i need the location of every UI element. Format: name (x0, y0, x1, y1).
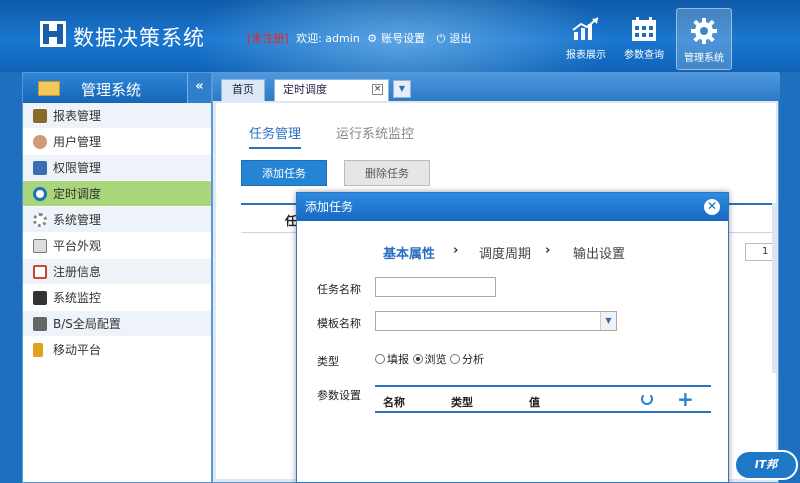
sidebar-item-user-management[interactable]: 用户管理 (23, 129, 211, 155)
param-col-name: 名称 (383, 396, 405, 409)
dialog-header: 添加任务 ✕ (297, 193, 728, 221)
template-name-select[interactable]: ▼ (375, 311, 617, 331)
type-label: 类型 (317, 355, 339, 368)
param-col-type: 类型 (451, 396, 473, 409)
topnav-label: 参数查询 (624, 50, 664, 61)
logout-link[interactable]: ⏻ 退出 (437, 32, 476, 45)
account-settings-label: 账号设置 (381, 32, 426, 45)
step-arrow-icon: › (453, 243, 459, 258)
calendar-icon (632, 17, 656, 41)
sidebar-item-mobile-platform[interactable]: 移动平台 (23, 337, 211, 363)
topnav-label: 管理系统 (684, 53, 724, 64)
task-name-label: 任务名称 (317, 283, 361, 296)
close-icon[interactable]: ✕ (704, 199, 720, 215)
type-radio-browse[interactable] (412, 354, 423, 364)
sidebar-item-label: 用户管理 (53, 135, 102, 149)
app-title: 数据决策系统 (73, 26, 205, 50)
sidebar-item-system-management[interactable]: 系统管理 (23, 207, 211, 233)
tab-scheduled-task[interactable]: 定时调度 × (274, 79, 389, 101)
gear-icon: ⚙ (367, 32, 378, 45)
topnav-report-display[interactable]: 报表展示 (558, 8, 614, 70)
param-table-header: 名称 类型 值 + (375, 385, 711, 413)
task-name-input[interactable] (375, 277, 496, 297)
topnav-param-query[interactable]: 参数查询 (616, 8, 672, 70)
sidebar-title: 管理系统 (81, 81, 142, 99)
type-option-browse: 浏览 (424, 353, 447, 366)
app-logo (40, 21, 66, 47)
topnav-management-system[interactable]: 管理系统 (676, 8, 732, 70)
add-param-icon[interactable]: + (677, 387, 694, 411)
sidebar-item-label: 报表管理 (53, 109, 102, 123)
sidebar-item-platform-appearance[interactable]: 平台外观 (23, 233, 211, 259)
sidebar-menu: 报表管理 用户管理 权限管理 定时调度 系统管理 平台外观 注册信息 系统监控 … (23, 103, 211, 363)
step-schedule-cycle[interactable]: 调度周期 (479, 243, 531, 262)
permission-user-icon (33, 161, 47, 175)
cog-icon (33, 213, 47, 227)
user-bar: [未注册] 欢迎: admin ⚙ 账号设置 ⏻ 退出 (247, 30, 479, 46)
template-name-label: 模板名称 (317, 317, 361, 330)
dialog-title: 添加任务 (305, 200, 354, 214)
tab-bar: 首页 定时调度 × ▼ (213, 73, 780, 101)
add-task-button[interactable]: 添加任务 (241, 160, 327, 186)
clock-icon (33, 187, 47, 201)
pager-input[interactable]: 1 (745, 243, 773, 261)
logout-label: 退出 (449, 32, 472, 45)
sidebar-item-label: 权限管理 (53, 161, 102, 175)
type-option-analyze: 分析 (462, 353, 484, 366)
monitor-chart-icon (33, 291, 47, 305)
watermark-logo: IT邦 (734, 450, 798, 480)
sidebar-item-label: 平台外观 (53, 239, 102, 253)
type-radio-fill[interactable] (375, 354, 385, 364)
tab-close-icon[interactable]: × (372, 84, 383, 95)
sidebar-item-label: 系统管理 (53, 213, 102, 227)
tab-label: 定时调度 (283, 83, 327, 96)
subtab-system-monitor[interactable]: 运行系统监控 (336, 123, 414, 142)
registration-icon (33, 265, 47, 279)
sidebar-item-label: 系统监控 (53, 291, 102, 305)
refresh-icon[interactable] (641, 393, 653, 405)
report-icon (33, 109, 47, 123)
mobile-icon (33, 343, 43, 357)
param-col-value: 值 (529, 396, 540, 409)
add-task-dialog: 添加任务 ✕ 基本属性 › 调度周期 › 输出设置 任务名称 模板名称 ▼ 类型… (296, 192, 729, 483)
subtab-task-management[interactable]: 任务管理 (249, 123, 302, 149)
sidebar-item-system-monitor[interactable]: 系统监控 (23, 285, 211, 311)
server-icon (33, 317, 47, 331)
chart-trend-icon (572, 17, 599, 40)
sidebar: 管理系统 « 报表管理 用户管理 权限管理 定时调度 系统管理 平台外观 注册信… (22, 72, 212, 483)
sidebar-item-label: 注册信息 (53, 265, 102, 279)
sidebar-item-scheduled-task[interactable]: 定时调度 (23, 181, 211, 207)
tab-dropdown-button[interactable]: ▼ (393, 80, 411, 98)
unregistered-link[interactable]: [未注册] (247, 32, 289, 45)
sidebar-item-label: 定时调度 (53, 187, 102, 201)
appearance-icon (33, 239, 47, 253)
type-radio-group: 填报 浏览 分析 (375, 351, 484, 367)
account-settings-link[interactable]: ⚙ 账号设置 (367, 32, 429, 45)
type-option-fill: 填报 (387, 353, 409, 366)
delete-task-button[interactable]: 删除任务 (344, 160, 430, 186)
sidebar-item-registration-info[interactable]: 注册信息 (23, 259, 211, 285)
sidebar-item-label: 移动平台 (53, 343, 102, 357)
step-basic-properties[interactable]: 基本属性 (383, 243, 435, 262)
sidebar-item-permission-management[interactable]: 权限管理 (23, 155, 211, 181)
content-scrollbar[interactable] (772, 203, 778, 373)
sidebar-item-label: B/S全局配置 (53, 317, 121, 331)
tab-home[interactable]: 首页 (221, 79, 265, 101)
topnav-label: 报表展示 (566, 50, 606, 61)
folder-icon (38, 81, 60, 96)
step-arrow-icon: › (545, 243, 551, 258)
sidebar-item-report-management[interactable]: 报表管理 (23, 103, 211, 129)
sidebar-item-bs-global-config[interactable]: B/S全局配置 (23, 311, 211, 337)
app-header: 数据决策系统 [未注册] 欢迎: admin ⚙ 账号设置 ⏻ 退出 报表展示 参数… (0, 0, 800, 72)
settings-gear-icon (691, 18, 717, 44)
step-output-settings[interactable]: 输出设置 (573, 243, 625, 262)
power-icon: ⏻ (436, 32, 446, 45)
welcome-text: 欢迎: admin (296, 32, 360, 45)
chevron-down-icon[interactable]: ▼ (600, 312, 616, 330)
sidebar-collapse-button[interactable]: « (187, 73, 211, 103)
user-icon (33, 135, 47, 149)
params-label: 参数设置 (317, 389, 361, 402)
type-radio-analyze[interactable] (450, 354, 460, 364)
sidebar-header: 管理系统 « (23, 73, 211, 103)
